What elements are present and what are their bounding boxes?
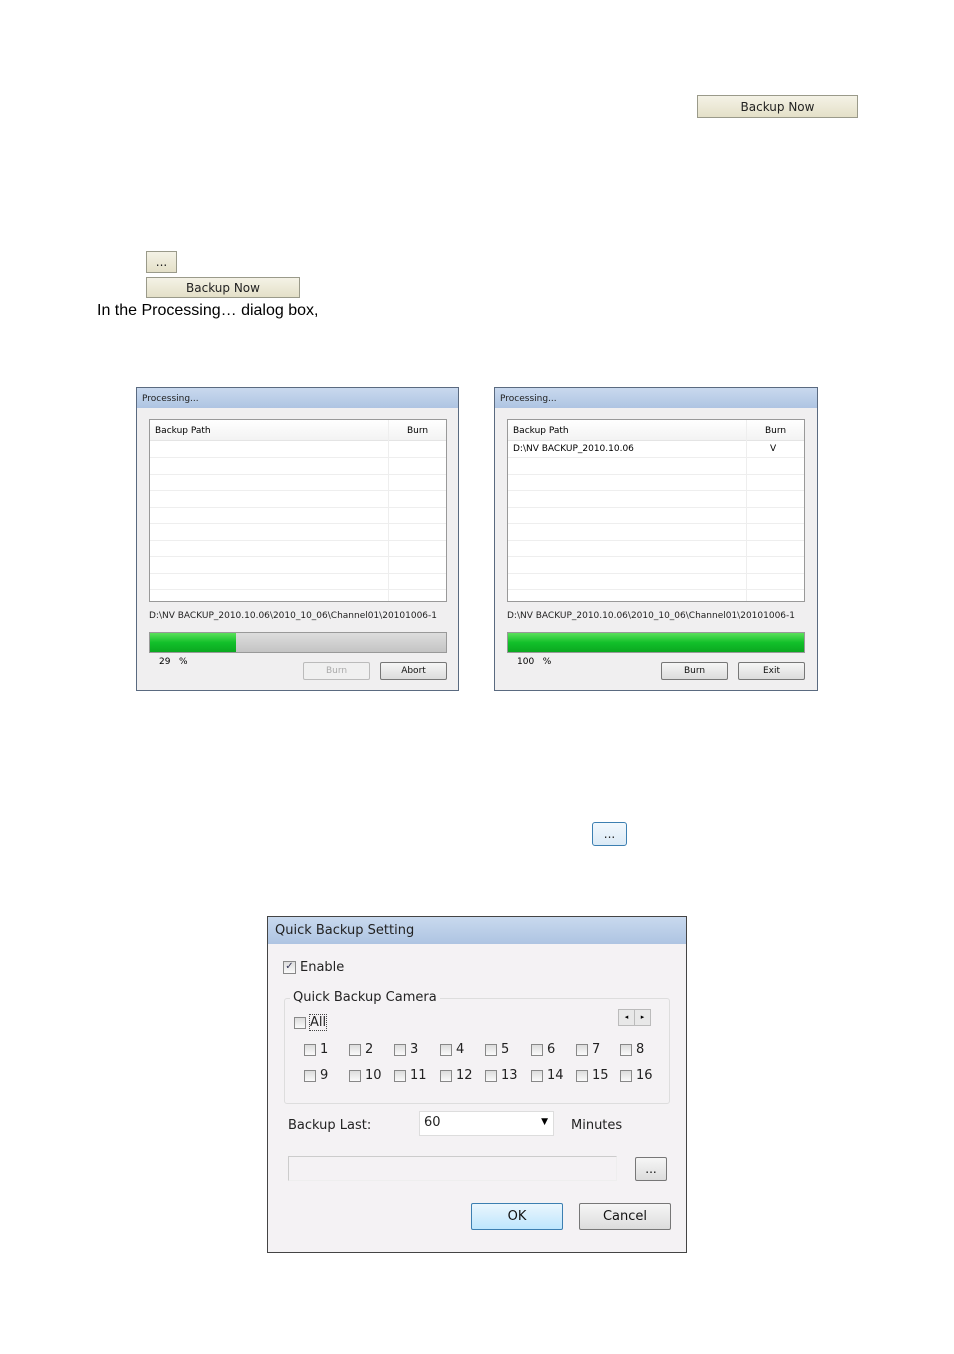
backup-now-button[interactable]: Backup Now bbox=[697, 95, 858, 118]
current-path: D:\NV BACKUP_2010.10.06\2010_10_06\Chann… bbox=[507, 611, 795, 621]
table-row[interactable] bbox=[150, 474, 446, 491]
caption-text: In the Processing… dialog box, bbox=[97, 302, 319, 319]
row-burn: V bbox=[770, 444, 777, 454]
scroll-left-button[interactable]: ◂ bbox=[618, 1009, 635, 1026]
abort-button[interactable]: Abort bbox=[380, 662, 447, 680]
table-row[interactable] bbox=[508, 507, 804, 524]
table-row[interactable] bbox=[508, 458, 804, 475]
group-label: Quick Backup Camera bbox=[290, 990, 440, 1005]
selected-value: 60 bbox=[424, 1115, 441, 1130]
camera-label: 6 bbox=[547, 1042, 556, 1057]
camera-checkbox-7[interactable] bbox=[576, 1044, 588, 1056]
camera-label: 13 bbox=[501, 1068, 518, 1083]
camera-label: 1 bbox=[320, 1042, 329, 1057]
camera-label: 10 bbox=[365, 1068, 382, 1083]
table-row[interactable] bbox=[508, 524, 804, 541]
camera-label: 12 bbox=[456, 1068, 473, 1083]
enable-checkbox[interactable]: ✓ bbox=[283, 961, 296, 974]
table-row[interactable] bbox=[508, 491, 804, 508]
camera-checkbox-9[interactable] bbox=[304, 1070, 316, 1082]
camera-label: 14 bbox=[547, 1068, 564, 1083]
table-row[interactable] bbox=[508, 540, 804, 557]
table-row[interactable] bbox=[150, 573, 446, 590]
current-path: D:\NV BACKUP_2010.10.06\2010_10_06\Chann… bbox=[149, 611, 437, 621]
dialog-title: Processing... bbox=[495, 388, 817, 408]
camera-label: 5 bbox=[501, 1042, 510, 1057]
chevron-down-icon: ▼ bbox=[541, 1117, 548, 1127]
table-row[interactable] bbox=[150, 458, 446, 475]
camera-label: 15 bbox=[592, 1068, 609, 1083]
camera-label: 4 bbox=[456, 1042, 465, 1057]
camera-label: 16 bbox=[636, 1068, 653, 1083]
browse-button[interactable]: ... bbox=[146, 251, 177, 273]
camera-checkbox-12[interactable] bbox=[440, 1070, 452, 1082]
camera-label: 3 bbox=[410, 1042, 419, 1057]
backup-list[interactable]: Backup Path Burn bbox=[149, 419, 447, 602]
table-row[interactable] bbox=[508, 557, 804, 574]
camera-checkbox-1[interactable] bbox=[304, 1044, 316, 1056]
camera-groupbox bbox=[284, 998, 670, 1104]
processing-dialog: Processing... Backup Path Burn D:\NV BAC… bbox=[136, 387, 459, 691]
column-header-burn[interactable]: Burn bbox=[747, 420, 804, 441]
camera-checkbox-11[interactable] bbox=[394, 1070, 406, 1082]
camera-checkbox-2[interactable] bbox=[349, 1044, 361, 1056]
camera-label: 7 bbox=[592, 1042, 601, 1057]
enable-label: Enable bbox=[300, 960, 345, 975]
table-row[interactable] bbox=[150, 491, 446, 508]
camera-checkbox-3[interactable] bbox=[394, 1044, 406, 1056]
table-row[interactable]: D:\NV BACKUP_2010.10.06 V bbox=[508, 441, 804, 458]
scroll-right-button[interactable]: ▸ bbox=[634, 1009, 651, 1026]
all-label: All bbox=[308, 1014, 328, 1031]
table-row[interactable] bbox=[508, 474, 804, 491]
table-row[interactable] bbox=[508, 573, 804, 590]
camera-label: 11 bbox=[410, 1068, 427, 1083]
dialog-title: Quick Backup Setting bbox=[268, 917, 686, 944]
browse-button[interactable]: ... bbox=[635, 1157, 667, 1181]
progress-percent: 29 % bbox=[159, 657, 188, 667]
all-checkbox[interactable] bbox=[294, 1017, 306, 1029]
camera-checkbox-8[interactable] bbox=[620, 1044, 632, 1056]
browse-button[interactable]: ... bbox=[592, 822, 627, 846]
camera-checkbox-14[interactable] bbox=[531, 1070, 543, 1082]
camera-checkbox-6[interactable] bbox=[531, 1044, 543, 1056]
camera-checkbox-16[interactable] bbox=[620, 1070, 632, 1082]
backup-now-button[interactable]: Backup Now bbox=[146, 277, 300, 298]
camera-label: 9 bbox=[320, 1068, 329, 1083]
column-header-backup-path[interactable]: Backup Path bbox=[508, 420, 746, 441]
backup-list[interactable]: Backup Path Burn D:\NV BACKUP_2010.10.06… bbox=[507, 419, 805, 602]
dialog-title: Processing... bbox=[137, 388, 458, 408]
minutes-label: Minutes bbox=[571, 1118, 623, 1133]
table-row[interactable] bbox=[150, 441, 446, 458]
table-row[interactable] bbox=[150, 507, 446, 524]
progress-bar bbox=[507, 632, 805, 653]
burn-button[interactable]: Burn bbox=[661, 662, 728, 680]
camera-checkbox-15[interactable] bbox=[576, 1070, 588, 1082]
camera-checkbox-10[interactable] bbox=[349, 1070, 361, 1082]
table-row[interactable] bbox=[150, 540, 446, 557]
table-row[interactable] bbox=[150, 524, 446, 541]
camera-checkbox-13[interactable] bbox=[485, 1070, 497, 1082]
exit-button[interactable]: Exit bbox=[738, 662, 805, 680]
column-header-backup-path[interactable]: Backup Path bbox=[150, 420, 388, 441]
burn-button[interactable]: Burn bbox=[303, 662, 370, 680]
camera-label: 2 bbox=[365, 1042, 374, 1057]
processing-dialog: Processing... Backup Path Burn D:\NV BAC… bbox=[494, 387, 818, 691]
row-path: D:\NV BACKUP_2010.10.06 bbox=[513, 444, 634, 454]
backup-path-input[interactable] bbox=[288, 1156, 617, 1181]
backup-last-label: Backup Last: bbox=[288, 1118, 372, 1133]
camera-label: 8 bbox=[636, 1042, 645, 1057]
backup-last-select[interactable]: 60 ▼ bbox=[419, 1111, 554, 1136]
progress-bar bbox=[149, 632, 447, 653]
quick-backup-dialog: Quick Backup Setting ✓ Enable Quick Back… bbox=[267, 916, 687, 1253]
cancel-button[interactable]: Cancel bbox=[579, 1203, 671, 1230]
table-row[interactable] bbox=[150, 557, 446, 574]
ok-button[interactable]: OK bbox=[471, 1203, 563, 1230]
progress-percent: 100 % bbox=[517, 657, 552, 667]
column-header-burn[interactable]: Burn bbox=[389, 420, 446, 441]
camera-checkbox-5[interactable] bbox=[485, 1044, 497, 1056]
camera-checkbox-4[interactable] bbox=[440, 1044, 452, 1056]
